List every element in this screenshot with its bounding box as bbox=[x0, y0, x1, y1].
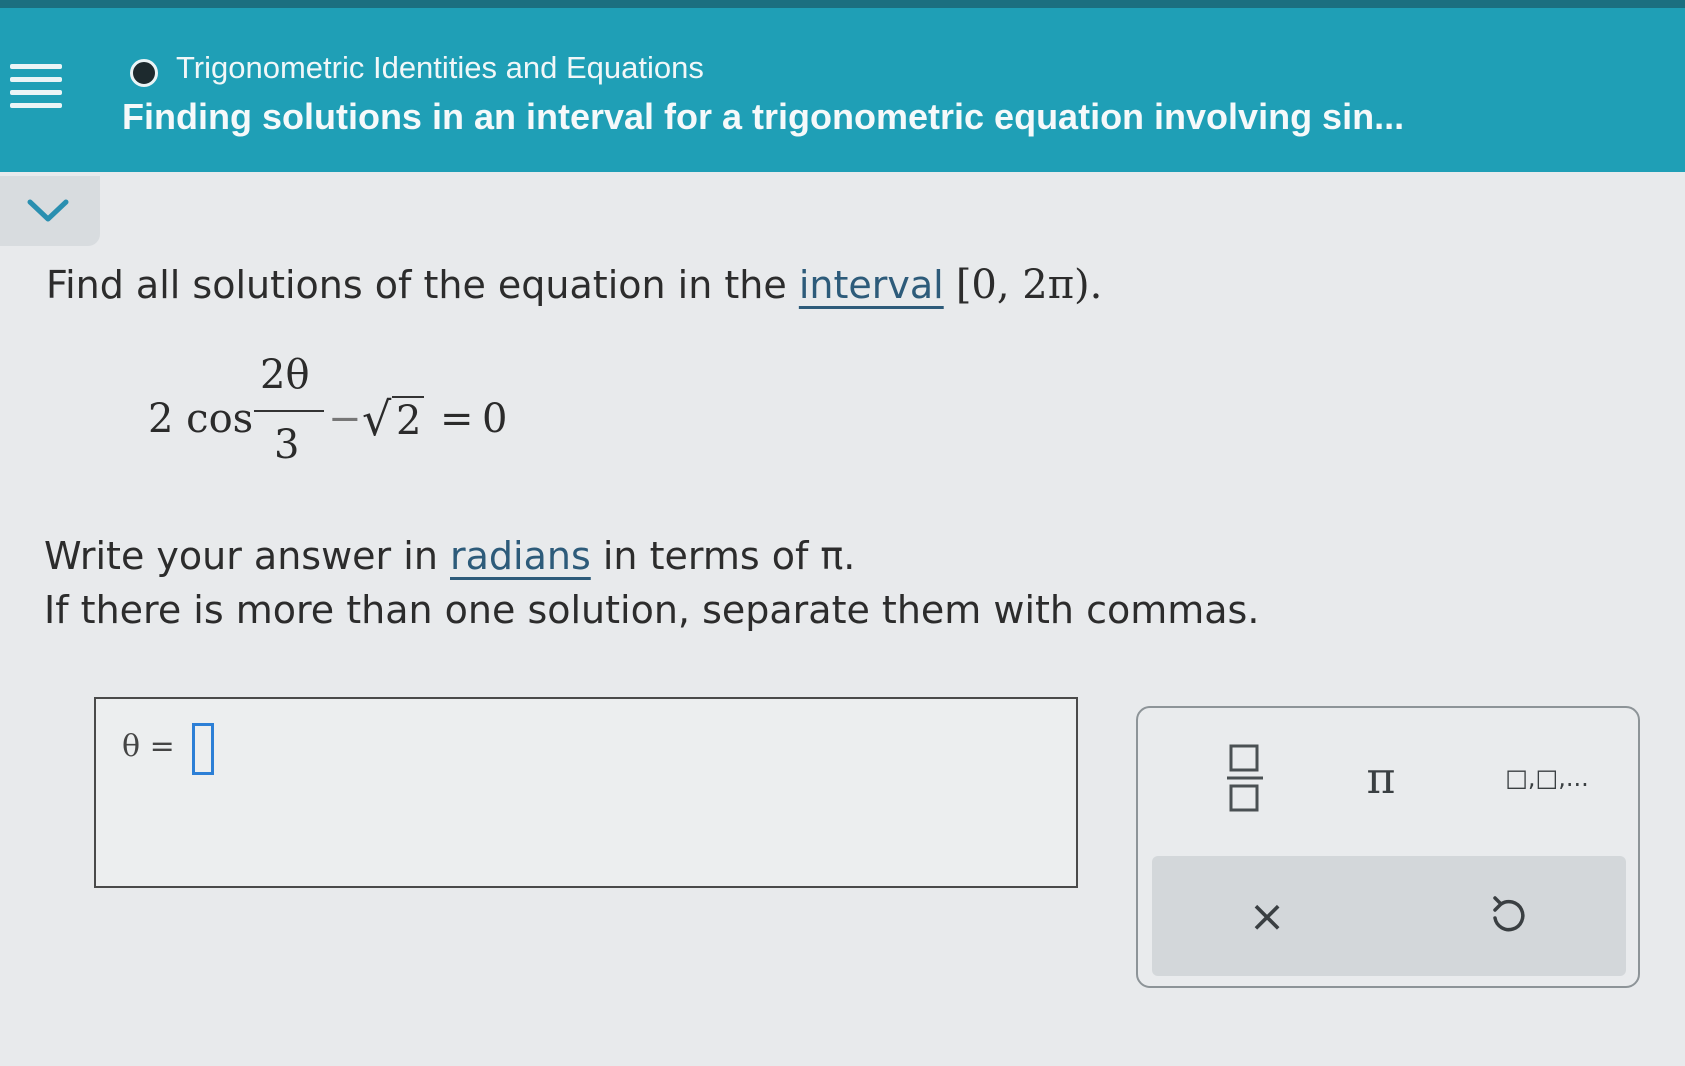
instruction-line-1: Find all solutions of the equation in th… bbox=[46, 262, 1102, 308]
keypad-action-row: × bbox=[1152, 856, 1626, 976]
equation-rhs: 0 bbox=[482, 396, 508, 442]
collapse-toggle[interactable] bbox=[0, 176, 100, 246]
equation-numerator: 2θ bbox=[260, 352, 310, 398]
answer-cursor-placeholder[interactable] bbox=[192, 723, 214, 775]
fraction-button[interactable] bbox=[1200, 738, 1290, 818]
equation-equals: = bbox=[440, 396, 474, 442]
equation-denominator: 3 bbox=[274, 422, 300, 468]
undo-button[interactable] bbox=[1452, 876, 1562, 956]
interval-value: [0, 2π). bbox=[955, 262, 1103, 308]
instruction-line-2: Write your answer in radians in terms of… bbox=[44, 534, 855, 578]
radical-sign: √ bbox=[362, 392, 392, 446]
math-keypad: π □,□,... × bbox=[1136, 706, 1640, 988]
topic-title: Trigonometric Identities and Equations bbox=[176, 50, 704, 85]
header-top-edge bbox=[0, 0, 1685, 8]
equation-minus: − bbox=[328, 396, 362, 442]
answer-label: θ = bbox=[122, 729, 175, 764]
undo-icon bbox=[1493, 896, 1525, 932]
equation-coefficient: 2 cos bbox=[148, 396, 254, 442]
radians-link[interactable]: radians bbox=[450, 534, 591, 578]
fraction-icon bbox=[1227, 744, 1263, 812]
problem-title: Finding solutions in an interval for a t… bbox=[122, 96, 1405, 137]
interval-link[interactable]: interval bbox=[799, 263, 944, 307]
header-bar: Trigonometric Identities and Equations F… bbox=[0, 0, 1685, 172]
instruction-text: Write your answer in bbox=[44, 534, 438, 578]
hamburger-menu-icon[interactable] bbox=[10, 64, 62, 114]
answer-input-box[interactable]: θ = bbox=[94, 697, 1078, 888]
instruction-text: Find all solutions of the equation in th… bbox=[46, 263, 787, 307]
pi-button[interactable]: π bbox=[1336, 738, 1426, 818]
radicand: 2 bbox=[396, 398, 422, 444]
instruction-line-3: If there is more than one solution, sepa… bbox=[44, 588, 1260, 632]
instruction-text: in terms of π. bbox=[602, 534, 856, 578]
list-button[interactable]: □,□,... bbox=[1482, 738, 1612, 818]
clear-button[interactable]: × bbox=[1212, 876, 1322, 956]
chevron-down-icon bbox=[27, 199, 69, 222]
fraction-bar bbox=[254, 410, 324, 412]
topic-status-dot-icon bbox=[130, 59, 158, 87]
